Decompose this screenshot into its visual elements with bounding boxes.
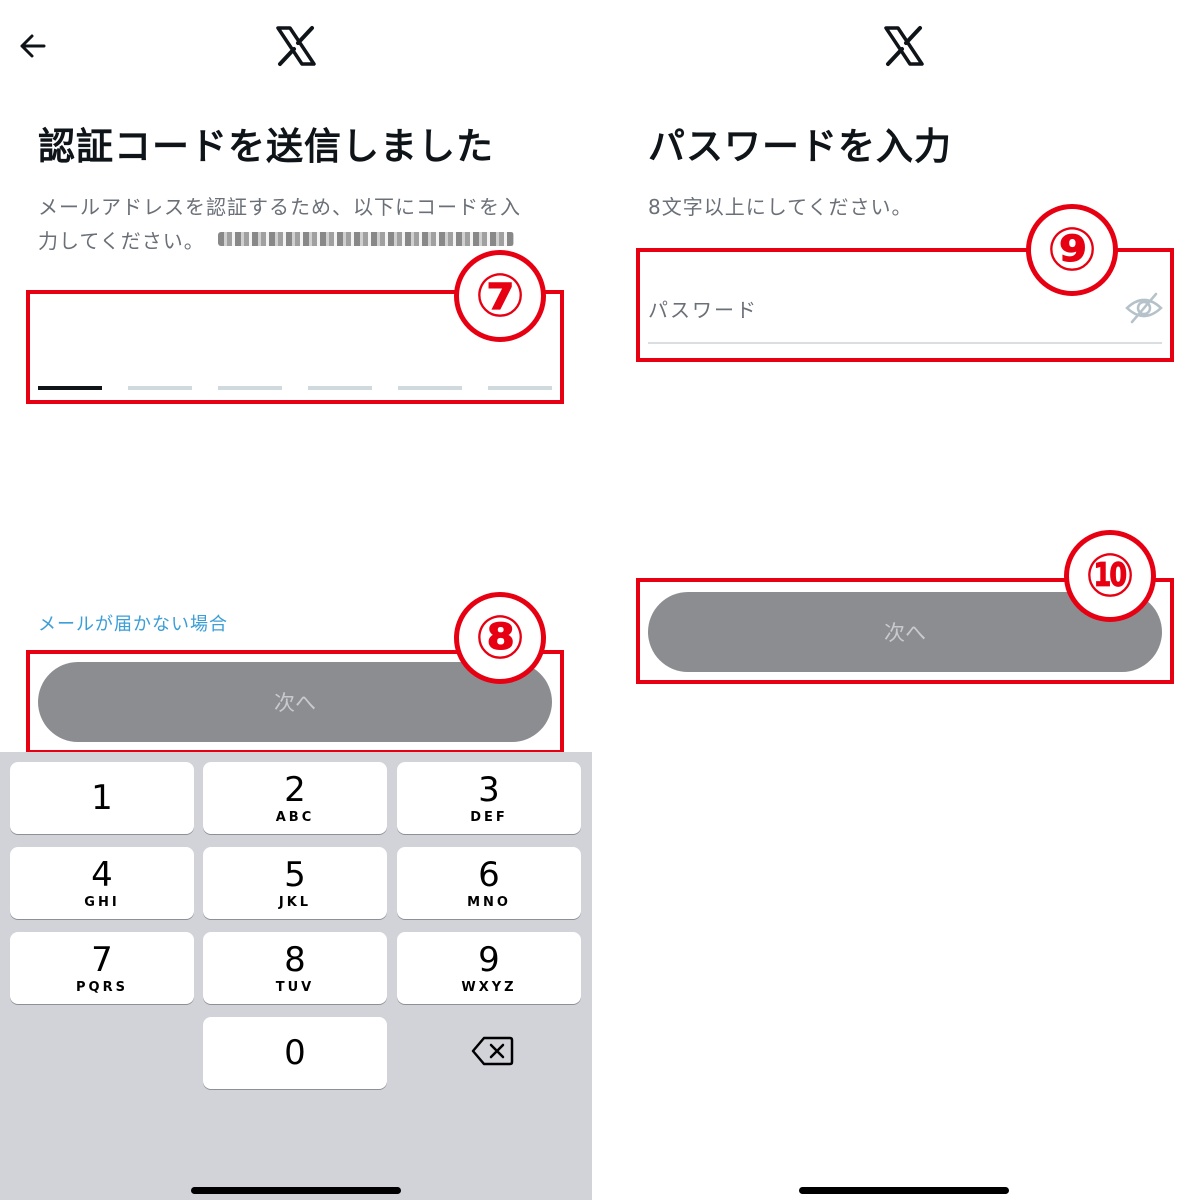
page-title: 認証コードを送信しました bbox=[38, 125, 494, 168]
key-6[interactable]: 6 MNO bbox=[397, 847, 581, 919]
annotation-badge-7: ⑦ bbox=[454, 250, 546, 342]
key-digit: 0 bbox=[284, 1033, 306, 1073]
key-digit: 2 bbox=[284, 769, 306, 810]
resend-email-link[interactable]: メールが届かない場合 bbox=[38, 610, 228, 636]
key-3[interactable]: 3 DEF bbox=[397, 762, 581, 834]
page-subtitle: メールアドレスを認証するため、以下にコードを入 力してください。 bbox=[38, 190, 558, 258]
annotation-badge-10: ⑩ bbox=[1064, 530, 1156, 622]
page-subtitle: 8文字以上にしてください。 bbox=[648, 195, 913, 219]
key-0[interactable]: 0 bbox=[203, 1017, 387, 1089]
key-letters: WXYZ bbox=[461, 979, 517, 995]
key-2[interactable]: 2 ABC bbox=[203, 762, 387, 834]
key-letters: GHI bbox=[84, 894, 120, 910]
subtitle-line-2-text: 力してください。 bbox=[38, 229, 205, 253]
key-letters: DEF bbox=[470, 809, 508, 825]
numeric-keyboard: 1 2 ABC 3 DEF 4 GHI 5 JKL 6 MNO 7 PQRS 8 TUV 9W… bbox=[0, 752, 592, 1200]
key-digit: 1 bbox=[91, 778, 113, 818]
key-digit: 6 bbox=[478, 854, 500, 895]
key-digit: 4 bbox=[91, 854, 113, 895]
annotation-badge-8: ⑧ bbox=[454, 592, 546, 684]
key-letters: JKL bbox=[278, 894, 312, 910]
key-9[interactable]: 9 WXYZ bbox=[397, 932, 581, 1004]
page-title: パスワードを入力 bbox=[648, 125, 952, 168]
blurred-email bbox=[218, 232, 514, 246]
x-logo-icon bbox=[884, 26, 924, 66]
key-letters: MNO bbox=[467, 894, 511, 910]
key-1[interactable]: 1 bbox=[10, 762, 194, 834]
key-8[interactable]: 8 TUV bbox=[203, 932, 387, 1004]
verification-code-screen: 認証コードを送信しました メールアドレスを認証するため、以下にコードを入 力して… bbox=[0, 0, 592, 1200]
key-7[interactable]: 7 PQRS bbox=[10, 932, 194, 1004]
key-digit: 5 bbox=[284, 854, 306, 895]
key-5[interactable]: 5 JKL bbox=[203, 847, 387, 919]
key-letters: PQRS bbox=[76, 979, 128, 995]
back-arrow-icon[interactable] bbox=[14, 26, 54, 66]
key-digit: 3 bbox=[478, 769, 500, 810]
key-digit: 7 bbox=[91, 939, 113, 980]
x-logo-icon bbox=[276, 26, 316, 66]
subtitle-line-1: メールアドレスを認証するため、以下にコードを入 bbox=[38, 195, 521, 219]
key-letters: TUV bbox=[275, 979, 315, 995]
key-digit: 9 bbox=[478, 939, 500, 980]
home-indicator bbox=[799, 1187, 1009, 1194]
password-screen: パスワードを入力 8文字以上にしてください。 パスワード ⑨ 次へ ⑩ bbox=[608, 0, 1200, 1200]
home-indicator bbox=[191, 1187, 401, 1194]
key-letters: ABC bbox=[275, 809, 315, 825]
backspace-icon[interactable] bbox=[470, 1035, 514, 1067]
key-digit: 8 bbox=[284, 939, 306, 980]
key-4[interactable]: 4 GHI bbox=[10, 847, 194, 919]
annotation-badge-9: ⑨ bbox=[1026, 204, 1118, 296]
